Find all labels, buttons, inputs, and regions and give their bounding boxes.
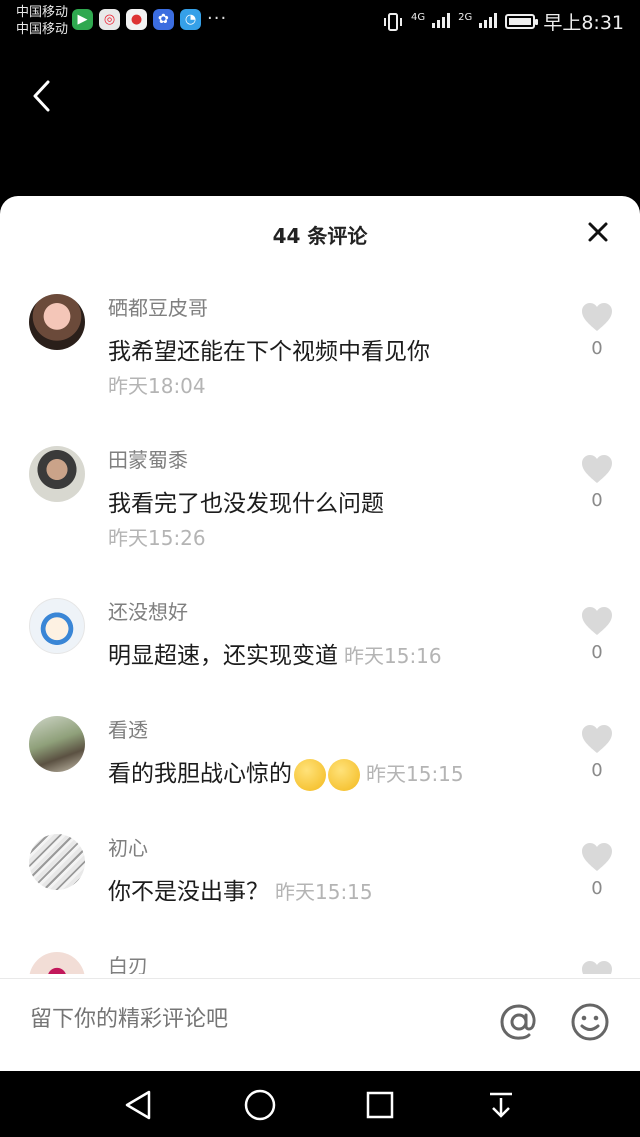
comment-text: 你不是没出事？ 昨天15:15 <box>108 872 373 906</box>
like-button[interactable] <box>581 606 613 636</box>
emoji-button[interactable] <box>569 1001 611 1043</box>
like-button[interactable] <box>581 302 613 332</box>
comment-username[interactable]: 硒都豆皮哥 <box>108 292 208 321</box>
comment-item: 田蒙蜀黍 我看完了也没发现什么问题 昨天15:26 0 <box>0 432 640 572</box>
comment-composer <box>0 978 640 1071</box>
comment-input[interactable] <box>30 1007 470 1032</box>
heart-icon <box>582 607 612 635</box>
nav-home-button[interactable] <box>242 1087 278 1123</box>
comment-text: 明显超速，还实现变道 昨天15:16 <box>108 636 442 670</box>
swirl-app-icon: ◔ <box>180 9 201 30</box>
comment-username[interactable]: 白刃 <box>108 950 148 974</box>
nav-back-button[interactable] <box>121 1087 157 1123</box>
video-app-icon: ▶ <box>72 9 93 30</box>
kissing-face-emoji-icon <box>294 758 326 791</box>
comment-time: 昨天15:15 <box>366 762 464 786</box>
avatar[interactable] <box>29 598 85 654</box>
chevron-left-icon <box>33 80 50 112</box>
signal-2g: 2G <box>458 11 498 33</box>
avatar[interactable] <box>29 446 85 502</box>
avatar[interactable] <box>29 294 85 350</box>
heart-icon <box>582 303 612 331</box>
comment-text: 我看完了也没发现什么问题 <box>108 491 384 517</box>
like-button[interactable] <box>581 454 613 484</box>
avatar[interactable] <box>29 834 85 890</box>
carrier-label-1: 中国移动 <box>16 5 69 20</box>
nav-recents-button[interactable] <box>362 1087 398 1123</box>
comment-item: 白刃 <box>0 938 640 974</box>
pull-down-icon <box>490 1092 512 1118</box>
like-button[interactable] <box>581 724 613 754</box>
circle-home-icon <box>244 1089 276 1121</box>
comment-username[interactable]: 看透 <box>108 714 148 743</box>
carrier-labels: 中国移动 中国移动 <box>16 4 68 38</box>
square-recents-icon <box>366 1091 394 1119</box>
comment-item: 硒都豆皮哥 我希望还能在下个视频中看见你 昨天18:04 0 <box>0 280 640 420</box>
carrier-label-2: 中国移动 <box>16 22 69 37</box>
heart-icon <box>582 961 612 974</box>
heart-icon <box>582 843 612 871</box>
more-notifications-icon: ··· <box>207 8 228 29</box>
comment-username[interactable]: 田蒙蜀黍 <box>108 444 188 473</box>
comment-username[interactable]: 还没想好 <box>108 596 188 625</box>
like-button[interactable] <box>581 960 613 974</box>
back-button[interactable] <box>30 78 60 114</box>
mention-button[interactable] <box>498 1001 540 1043</box>
vibrate-icon <box>383 12 402 31</box>
comment-text-body: 你不是没出事？ <box>108 879 269 905</box>
comment-text: 看的我胆战心惊的 昨天15:15 <box>108 754 464 791</box>
avatar[interactable] <box>29 952 85 974</box>
comment-text-body: 明显超速，还实现变道 <box>108 643 338 669</box>
system-nav-bar <box>0 1071 640 1137</box>
signal-4g: 4G <box>411 11 451 33</box>
comment-username[interactable]: 初心 <box>108 832 148 861</box>
comment-time: 昨天15:26 <box>108 526 206 550</box>
avatar[interactable] <box>29 716 85 772</box>
like-count: 0 <box>591 642 603 663</box>
like-count: 0 <box>591 760 603 781</box>
triangle-back-icon <box>125 1090 151 1120</box>
heart-icon <box>582 725 612 753</box>
smiley-icon <box>571 1003 609 1041</box>
nav-notifications-button[interactable] <box>483 1087 519 1123</box>
like-count: 0 <box>591 490 603 511</box>
comments-title: 44 条评论 <box>272 224 368 248</box>
close-button[interactable] <box>586 220 610 244</box>
signal-bars-icon <box>479 12 498 28</box>
camera-app-icon: ◎ <box>99 9 120 30</box>
comment-list[interactable]: 硒都豆皮哥 我希望还能在下个视频中看见你 昨天18:04 0 田蒙蜀黍 我看完了… <box>0 280 640 974</box>
like-count: 0 <box>591 878 603 899</box>
comment-time: 昨天15:15 <box>275 880 373 904</box>
map-pin-icon: ● <box>126 9 147 30</box>
close-icon <box>588 222 608 242</box>
comment-time: 昨天15:16 <box>344 644 442 668</box>
at-sign-icon <box>500 1004 536 1040</box>
like-button[interactable] <box>581 842 613 872</box>
clock: 早上8:31 <box>543 12 624 34</box>
comment-time: 昨天18:04 <box>108 374 206 398</box>
signal-bars-icon <box>432 12 451 28</box>
status-bar: 中国移动 中国移动 ▶ ◎ ● ✿ ◔ ··· 4G 2G 早上8:31 <box>0 0 640 44</box>
notification-icons: ▶ ◎ ● ✿ ◔ <box>72 9 201 30</box>
comment-text-body: 看的我胆战心惊的 <box>108 761 292 787</box>
comment-text: 我希望还能在下个视频中看见你 <box>108 339 430 365</box>
system-indicators: 4G 2G 早上8:31 <box>383 8 624 35</box>
kissing-face-emoji-icon <box>328 758 360 791</box>
battery-icon <box>505 14 539 29</box>
heart-icon <box>582 455 612 483</box>
comments-sheet: 44 条评论 硒都豆皮哥 我希望还能在下个视频中看见你 昨天18:04 0 田蒙… <box>0 196 640 1071</box>
like-count: 0 <box>591 338 603 359</box>
paw-app-icon: ✿ <box>153 9 174 30</box>
